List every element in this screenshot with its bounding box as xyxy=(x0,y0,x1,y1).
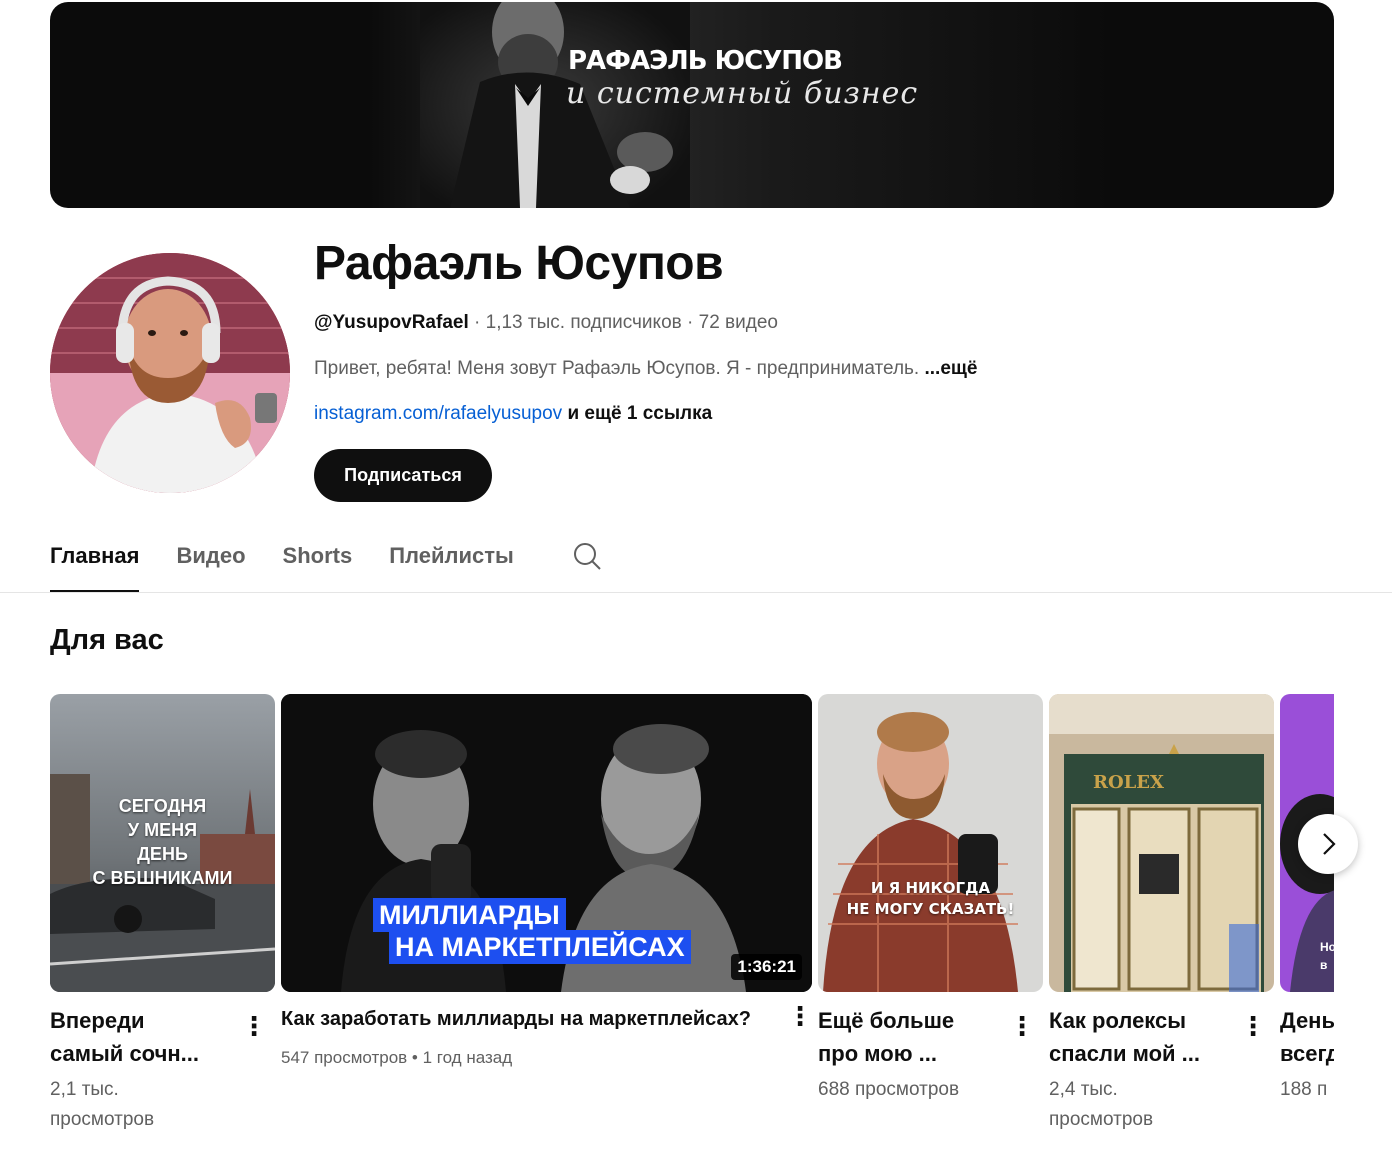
video-thumbnail[interactable]: ROLEX xyxy=(1049,694,1274,992)
channel-handle: @YusupovRafael xyxy=(314,312,469,333)
video-title[interactable]: Как ролексы спасли мой ... xyxy=(1049,1004,1239,1070)
more-options-icon[interactable]: ⋮ xyxy=(787,1003,813,1029)
video-meta: 547 просмотров • 1 год назад xyxy=(281,1043,512,1073)
description-more-link[interactable]: ...ещё xyxy=(925,358,978,379)
meta-line: 188 п xyxy=(1280,1079,1328,1100)
caption-line: Но xyxy=(1320,940,1334,954)
video-meta: 688 просмотров xyxy=(818,1075,959,1105)
caption-line: С ВБШНИКАМИ xyxy=(92,868,233,888)
meta-line: 2,4 тыс. xyxy=(1049,1079,1118,1100)
title-line: про мою ... xyxy=(818,1041,937,1066)
tab-playlists[interactable]: Плейлисты xyxy=(389,534,514,590)
channel-search-icon[interactable] xyxy=(572,541,602,571)
thumbnail-image xyxy=(1049,694,1274,992)
video-card-partial[interactable]: Но в День всегд 188 п xyxy=(1280,694,1334,1134)
subscribe-button[interactable]: Подписаться xyxy=(314,449,492,502)
video-title[interactable]: Впереди самый сочн... xyxy=(50,1004,240,1070)
meta-line: просмотров xyxy=(50,1109,155,1130)
instagram-link[interactable]: instagram.com/rafaelyusupov xyxy=(314,403,562,424)
video-title[interactable]: Ещё больше про мою ... xyxy=(818,1004,1008,1070)
video-thumbnail[interactable]: МИЛЛИАРДЫ НА МАРКЕТПЛЕЙСАХ 1:36:21 xyxy=(281,694,812,992)
caption-line: СЕГОДНЯ xyxy=(118,796,207,816)
tab-home[interactable]: Главная xyxy=(50,534,140,593)
channel-tabs: Главная Видео Shorts Плейлисты xyxy=(50,534,551,593)
subscriber-count: 1,13 тыс. подписчиков xyxy=(485,312,682,333)
video-meta: 2,4 тыс. просмотров xyxy=(1049,1075,1153,1135)
thumbnail-caption: СЕГОДНЯ У МЕНЯ ДЕНЬ С ВБШНИКАМИ xyxy=(50,794,275,890)
thumbnail-caption: НА МАРКЕТПЛЕЙСАХ xyxy=(389,930,691,964)
video-count: 72 видео xyxy=(698,312,778,333)
section-title: Для вас xyxy=(50,624,164,656)
banner-title: РАФАЭЛЬ ЮСУПОВ xyxy=(568,46,843,76)
meta-separator: · xyxy=(474,312,481,333)
thumbnail-caption: И Я НИКОГДА НЕ МОГУ СКАЗАТЬ! xyxy=(818,878,1043,920)
title-line: День xyxy=(1280,1008,1334,1033)
caption-line: ДЕНЬ xyxy=(137,844,188,864)
title-line: всегд xyxy=(1280,1041,1334,1066)
channel-description[interactable]: Привет, ребята! Меня зовут Рафаэль Юсупо… xyxy=(314,358,978,380)
meta-line: 688 просмотров xyxy=(818,1079,960,1100)
thumbnail-image xyxy=(818,694,1043,992)
meta-line: 2,1 тыс. xyxy=(50,1079,119,1100)
thumbnail-caption: Но в xyxy=(1320,938,1334,974)
channel-banner: РАФАЭЛЬ ЮСУПОВ и системный бизнес xyxy=(50,2,1334,208)
channel-name: Рафаэль Юсупов xyxy=(314,237,724,290)
video-title[interactable]: Как заработать миллиарды на маркетплейса… xyxy=(281,1004,771,1034)
video-thumbnail[interactable]: СЕГОДНЯ У МЕНЯ ДЕНЬ С ВБШНИКАМИ xyxy=(50,694,275,992)
more-options-icon[interactable]: ⋮ xyxy=(241,1013,267,1039)
chevron-right-icon xyxy=(1323,833,1336,855)
title-line: самый сочн... xyxy=(50,1041,199,1066)
thumbnail-caption: ROLEX xyxy=(1093,772,1164,793)
channel-avatar[interactable] xyxy=(50,253,290,493)
video-title[interactable]: День всегд xyxy=(1280,1004,1334,1070)
channel-links: instagram.com/rafaelyusupov и ещё 1 ссыл… xyxy=(314,403,712,425)
caption-line: в xyxy=(1320,958,1328,972)
more-options-icon[interactable]: ⋮ xyxy=(1009,1013,1035,1039)
title-line: Как заработать миллиарды на маркетплейса… xyxy=(281,1008,751,1030)
channel-meta: @YusupovRafael · 1,13 тыс. подписчиков ·… xyxy=(314,312,778,334)
tab-shorts[interactable]: Shorts xyxy=(283,534,353,590)
caption-line: У МЕНЯ xyxy=(127,820,198,840)
title-line: Как ролексы xyxy=(1049,1008,1187,1033)
meta-line: просмотров xyxy=(1049,1109,1154,1130)
title-line: Впереди xyxy=(50,1008,145,1033)
avatar-image xyxy=(50,253,290,493)
thumbnail-caption: МИЛЛИАРДЫ xyxy=(373,898,566,932)
caption-line: И Я НИКОГДА xyxy=(870,879,991,897)
tab-videos[interactable]: Видео xyxy=(176,534,245,590)
title-line: Ещё больше xyxy=(818,1008,955,1033)
carousel-next-button[interactable] xyxy=(1298,814,1358,874)
caption-line: НЕ МОГУ СКАЗАТЬ! xyxy=(846,900,1015,918)
video-duration: 1:36:21 xyxy=(731,954,802,980)
meta-line: 547 просмотров • 1 год назад xyxy=(281,1048,513,1067)
meta-separator: · xyxy=(687,312,694,333)
more-options-icon[interactable]: ⋮ xyxy=(1240,1013,1266,1039)
description-text: Привет, ребята! Меня зовут Рафаэль Юсупо… xyxy=(314,358,920,379)
title-line: спасли мой ... xyxy=(1049,1041,1201,1066)
video-thumbnail[interactable]: И Я НИКОГДА НЕ МОГУ СКАЗАТЬ! xyxy=(818,694,1043,992)
video-meta: 2,1 тыс. просмотров xyxy=(50,1075,154,1135)
more-links-button[interactable]: и ещё 1 ссылка xyxy=(567,403,712,424)
banner-subtitle: и системный бизнес xyxy=(566,76,919,111)
video-meta: 188 п xyxy=(1280,1075,1327,1105)
tabs-divider xyxy=(0,592,1392,593)
